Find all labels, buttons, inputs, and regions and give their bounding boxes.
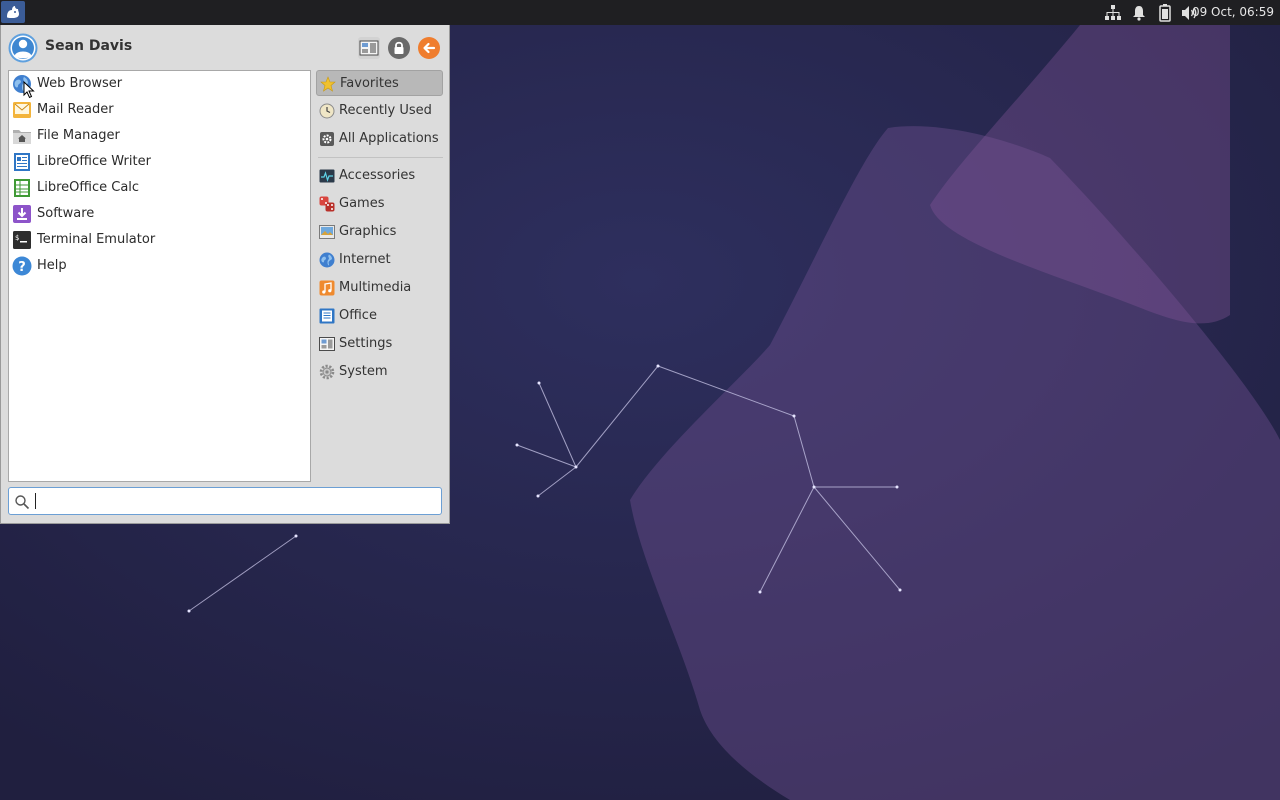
- settings-manager-button[interactable]: [358, 37, 380, 59]
- category-multimedia[interactable]: Multimedia: [316, 275, 443, 301]
- list-item-label: Terminal Emulator: [37, 232, 156, 247]
- list-item-label: Mail Reader: [37, 102, 114, 117]
- list-item-label: LibreOffice Writer: [37, 154, 151, 169]
- category-label: Multimedia: [339, 280, 412, 295]
- category-label: All Applications: [339, 131, 439, 146]
- category-favorites[interactable]: Favorites: [316, 70, 443, 96]
- search-box[interactable]: [8, 487, 442, 515]
- internet-icon: [319, 252, 335, 268]
- list-item-help[interactable]: ? Help: [9, 253, 310, 279]
- lock-screen-button[interactable]: [388, 37, 410, 59]
- category-label: Games: [339, 196, 385, 211]
- user-header: Sean Davis: [8, 33, 442, 63]
- mail-reader-icon: [13, 102, 31, 118]
- category-label: Office: [339, 308, 377, 323]
- software-icon: [13, 205, 31, 223]
- battery-icon[interactable]: [1155, 3, 1175, 23]
- help-icon: ?: [12, 256, 32, 276]
- category-office[interactable]: Office: [316, 303, 443, 329]
- libreoffice-writer-icon: [14, 153, 30, 171]
- games-icon: [319, 196, 335, 212]
- whisker-menu-button[interactable]: [1, 1, 25, 23]
- category-label: Internet: [339, 252, 391, 267]
- svg-text:?: ?: [18, 260, 26, 275]
- list-item-terminal-emulator[interactable]: $ Terminal Emulator: [9, 227, 310, 253]
- category-label: Settings: [339, 336, 393, 351]
- category-label: Recently Used: [339, 103, 432, 118]
- list-item-label: Web Browser: [37, 76, 123, 91]
- text-caret: [35, 493, 36, 509]
- accessories-icon: [319, 169, 335, 183]
- file-manager-icon: [13, 130, 31, 144]
- multimedia-icon: [319, 280, 335, 296]
- libreoffice-calc-icon: [14, 179, 30, 197]
- category-system[interactable]: System: [316, 359, 443, 385]
- mouse-pointer-icon: [23, 81, 35, 99]
- settings-manager-icon: [359, 40, 379, 56]
- clock-icon: [319, 103, 335, 119]
- category-graphics[interactable]: Graphics: [316, 219, 443, 245]
- category-internet[interactable]: Internet: [316, 247, 443, 273]
- category-label: Favorites: [340, 76, 399, 91]
- avatar: [8, 33, 38, 63]
- list-item-mail-reader[interactable]: Mail Reader: [9, 97, 310, 123]
- svg-text:$: $: [15, 234, 19, 242]
- list-item-label: Help: [37, 258, 67, 273]
- list-item-web-browser[interactable]: Web Browser: [9, 71, 310, 97]
- gear-icon: [320, 132, 334, 146]
- category-label: Graphics: [339, 224, 397, 239]
- terminal-icon: $: [13, 231, 31, 249]
- favorites-list: Web Browser Mail Reader File Manager Lib…: [8, 70, 311, 482]
- category-recently-used[interactable]: Recently Used: [316, 98, 443, 124]
- list-item-file-manager[interactable]: File Manager: [9, 123, 310, 149]
- whisker-menu-icon: [7, 6, 19, 18]
- category-accessories[interactable]: Accessories: [316, 163, 443, 189]
- settings-icon: [319, 337, 335, 351]
- whisker-menu: Sean Davis Web Browser Mail Reader File …: [0, 25, 450, 524]
- log-out-button[interactable]: [418, 37, 440, 59]
- list-item-label: LibreOffice Calc: [37, 180, 140, 195]
- network-icon[interactable]: [1103, 3, 1123, 23]
- category-divider: [318, 157, 443, 158]
- top-panel: 09 Oct, 06:59: [0, 0, 1280, 25]
- lock-screen-icon: [394, 41, 404, 54]
- category-label: Accessories: [339, 168, 416, 183]
- system-icon: [319, 364, 335, 380]
- clock[interactable]: 09 Oct, 06:59: [1192, 0, 1274, 25]
- notification-bell-icon[interactable]: [1129, 3, 1149, 23]
- list-item-label: Software: [37, 206, 95, 221]
- category-all-applications[interactable]: All Applications: [316, 126, 443, 152]
- log-out-icon: [423, 42, 436, 54]
- category-games[interactable]: Games: [316, 191, 443, 217]
- list-item-label: File Manager: [37, 128, 120, 143]
- list-item-libreoffice-calc[interactable]: LibreOffice Calc: [9, 175, 310, 201]
- search-icon: [15, 495, 30, 510]
- star-icon: [320, 76, 336, 92]
- user-name: Sean Davis: [45, 38, 133, 54]
- category-settings[interactable]: Settings: [316, 331, 443, 357]
- graphics-icon: [319, 225, 335, 239]
- list-item-libreoffice-writer[interactable]: LibreOffice Writer: [9, 149, 310, 175]
- search-input[interactable]: [33, 491, 433, 511]
- category-label: System: [339, 364, 388, 379]
- list-item-software[interactable]: Software: [9, 201, 310, 227]
- office-icon: [319, 308, 335, 324]
